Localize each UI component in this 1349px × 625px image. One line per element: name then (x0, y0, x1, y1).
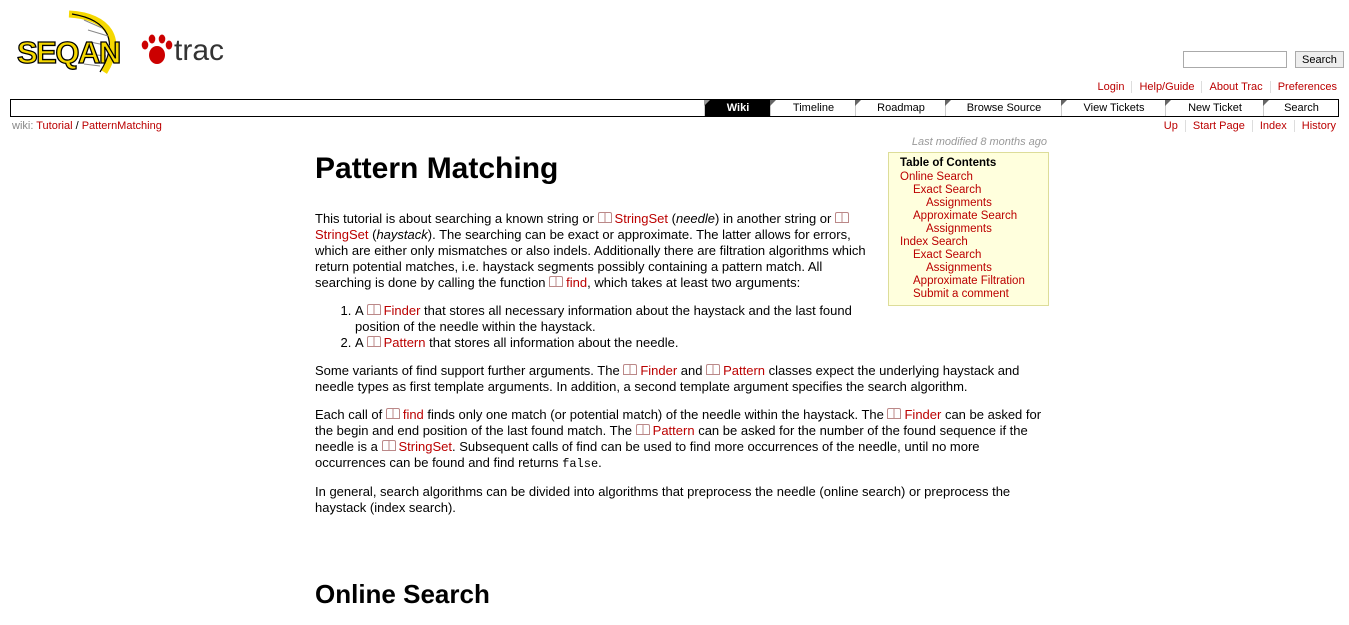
about-trac-link[interactable]: About Trac (1209, 81, 1262, 93)
pattern-link[interactable]: Pattern (367, 335, 426, 350)
index-link[interactable]: Index (1260, 120, 1287, 132)
pattern-link[interactable]: Pattern (706, 363, 765, 378)
logo-graphic: SEQAN trac (16, 10, 224, 74)
logo-text-seqan: SEQAN (17, 35, 120, 70)
finder-link[interactable]: Finder (887, 407, 941, 422)
up-link[interactable]: Up (1164, 120, 1178, 132)
summary-paragraph: In general, search algorithms can be div… (315, 484, 1011, 515)
help-guide-link[interactable]: Help/Guide (1139, 81, 1194, 93)
last-modified-text: Last modified 8 months ago (911, 136, 1047, 148)
list-item: A Finder that stores all necessary infor… (355, 303, 875, 335)
context-navigation: Up Start Page Index History (1157, 120, 1336, 132)
start-page-link[interactable]: Start Page (1193, 120, 1245, 132)
meta-navigation: Login Help/Guide About Trac Preferences (1091, 81, 1337, 93)
search-input[interactable] (1183, 51, 1287, 68)
intro-paragraph: This tutorial is about searching a known… (315, 211, 866, 290)
find-call-paragraph: Each call of find finds only one match (… (315, 407, 1042, 471)
tab-timeline[interactable]: Timeline (770, 100, 856, 116)
seqan-trac-logo[interactable]: SEQAN trac (14, 10, 226, 82)
section-heading-online-search: Online Search (315, 579, 490, 609)
breadcrumb-patternmatching-link[interactable]: PatternMatching (82, 120, 162, 132)
pattern-link[interactable]: Pattern (636, 423, 695, 438)
stringset-link[interactable]: StringSet (382, 439, 452, 454)
code-false: false (562, 457, 599, 471)
tab-wiki[interactable]: Wiki (704, 100, 771, 116)
tab-search[interactable]: Search (1263, 100, 1339, 116)
page-title: Pattern Matching (315, 152, 559, 185)
login-link[interactable]: Login (1098, 81, 1125, 93)
paw-icon (141, 34, 173, 64)
stringset-link[interactable]: StringSet (598, 211, 668, 226)
arguments-list: A Finder that stores all necessary infor… (315, 303, 875, 351)
find-link[interactable]: find (386, 407, 424, 422)
breadcrumb-tutorial-link[interactable]: Tutorial (36, 120, 72, 132)
history-link[interactable]: History (1302, 120, 1336, 132)
finder-link[interactable]: Finder (623, 363, 677, 378)
main-navigation: Wiki Timeline Roadmap Browse Source View… (10, 99, 1339, 117)
tab-browse-source[interactable]: Browse Source (945, 100, 1062, 116)
preferences-link[interactable]: Preferences (1278, 81, 1337, 93)
tab-view-tickets[interactable]: View Tickets (1061, 100, 1166, 116)
breadcrumb-prefix: wiki: (12, 120, 34, 132)
find-link[interactable]: find (549, 275, 587, 290)
search-form: Search (1183, 51, 1344, 68)
tab-new-ticket[interactable]: New Ticket (1165, 100, 1264, 116)
wiki-content: Pattern Matching This tutorial is about … (315, 150, 1050, 607)
tab-roadmap[interactable]: Roadmap (855, 100, 946, 116)
list-item: A Pattern that stores all information ab… (355, 335, 875, 351)
breadcrumb: wiki: Tutorial / PatternMatching (12, 120, 162, 132)
finder-link[interactable]: Finder (367, 303, 421, 318)
search-button[interactable]: Search (1295, 51, 1344, 68)
breadcrumb-separator: / (75, 120, 79, 132)
variants-paragraph: Some variants of find support further ar… (315, 363, 1020, 394)
logo-text-trac: trac (174, 34, 224, 67)
